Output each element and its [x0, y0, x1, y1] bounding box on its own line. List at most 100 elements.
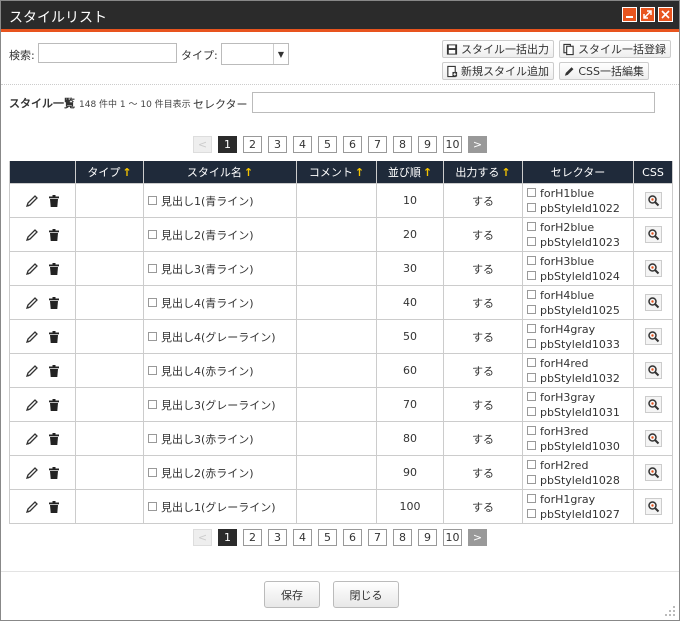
trash-icon[interactable] [47, 296, 61, 310]
trash-icon[interactable] [47, 330, 61, 344]
page-button[interactable]: 9 [418, 529, 437, 546]
col-header-name[interactable]: スタイル名 ↑ [143, 161, 297, 184]
selector-checkbox[interactable] [527, 494, 536, 503]
css-preview-icon[interactable] [644, 430, 662, 447]
selector-checkbox[interactable] [527, 188, 536, 197]
row-checkbox[interactable] [148, 196, 157, 205]
selector-checkbox[interactable] [527, 358, 536, 367]
page-button[interactable]: 2 [243, 529, 262, 546]
trash-icon[interactable] [47, 466, 61, 480]
trash-icon[interactable] [47, 194, 61, 208]
selector-checkbox[interactable] [527, 373, 536, 382]
css-preview-icon[interactable] [644, 226, 662, 243]
selector-checkbox[interactable] [527, 324, 536, 333]
prev-page-button[interactable]: < [193, 136, 212, 153]
page-button[interactable]: 7 [368, 529, 387, 546]
page-button[interactable]: 10 [443, 136, 462, 153]
minimize-icon[interactable] [622, 7, 637, 22]
pencil-icon[interactable] [25, 194, 39, 208]
page-button[interactable]: 3 [268, 136, 287, 153]
row-checkbox[interactable] [148, 502, 157, 511]
selector-checkbox[interactable] [527, 392, 536, 401]
row-checkbox[interactable] [148, 298, 157, 307]
new-style-button[interactable]: 新規スタイル追加 [442, 62, 554, 80]
css-preview-icon[interactable] [644, 294, 662, 311]
resize-grip-icon[interactable] [665, 606, 677, 618]
selector-checkbox[interactable] [527, 222, 536, 231]
row-checkbox[interactable] [148, 264, 157, 273]
selector-checkbox[interactable] [527, 407, 536, 416]
page-button[interactable]: 6 [343, 529, 362, 546]
pencil-icon[interactable] [25, 262, 39, 276]
row-checkbox[interactable] [148, 332, 157, 341]
page-button[interactable]: 6 [343, 136, 362, 153]
trash-icon[interactable] [47, 398, 61, 412]
prev-page-button[interactable]: < [193, 529, 212, 546]
page-button[interactable]: 4 [293, 529, 312, 546]
row-checkbox[interactable] [148, 400, 157, 409]
css-preview-icon[interactable] [644, 328, 662, 345]
selector-checkbox[interactable] [527, 203, 536, 212]
pencil-icon[interactable] [25, 432, 39, 446]
selector-checkbox[interactable] [527, 441, 536, 450]
search-input[interactable] [38, 43, 177, 63]
next-page-button[interactable]: > [468, 529, 487, 546]
trash-icon[interactable] [47, 228, 61, 242]
css-bulk-edit-button[interactable]: CSS一括編集 [559, 62, 649, 80]
col-header-order[interactable]: 並び順 ↑ [376, 161, 444, 184]
col-header-type[interactable]: タイプ ↑ [75, 161, 144, 184]
trash-icon[interactable] [47, 500, 61, 514]
css-preview-icon[interactable] [644, 362, 662, 379]
close-icon[interactable] [658, 7, 673, 22]
css-preview-icon[interactable] [644, 498, 662, 515]
pencil-icon[interactable] [25, 228, 39, 242]
pencil-icon[interactable] [25, 296, 39, 310]
page-button[interactable]: 9 [418, 136, 437, 153]
row-checkbox[interactable] [148, 468, 157, 477]
page-button[interactable]: 5 [318, 529, 337, 546]
selector-input[interactable] [252, 92, 655, 113]
row-checkbox[interactable] [148, 434, 157, 443]
selector-checkbox[interactable] [527, 305, 536, 314]
css-preview-icon[interactable] [644, 260, 662, 277]
selector-checkbox[interactable] [527, 339, 536, 348]
page-button[interactable]: 5 [318, 136, 337, 153]
selector-checkbox[interactable] [527, 509, 536, 518]
close-button[interactable]: 閉じる [333, 581, 399, 608]
pencil-icon[interactable] [25, 466, 39, 480]
trash-icon[interactable] [47, 432, 61, 446]
col-header-output[interactable]: 出力する ↑ [443, 161, 523, 184]
pencil-icon[interactable] [25, 364, 39, 378]
row-checkbox[interactable] [148, 230, 157, 239]
selector-checkbox[interactable] [527, 271, 536, 280]
type-select[interactable]: ▼ [221, 43, 289, 65]
pencil-icon[interactable] [25, 398, 39, 412]
col-header-comment[interactable]: コメント ↑ [296, 161, 377, 184]
trash-icon[interactable] [47, 364, 61, 378]
maximize-icon[interactable] [640, 7, 655, 22]
selector-checkbox[interactable] [527, 475, 536, 484]
selector-checkbox[interactable] [527, 460, 536, 469]
page-button[interactable]: 4 [293, 136, 312, 153]
page-button[interactable]: 8 [393, 136, 412, 153]
selector-checkbox[interactable] [527, 256, 536, 265]
bulk-output-button[interactable]: スタイル一括出力 [442, 40, 554, 58]
selector-checkbox[interactable] [527, 426, 536, 435]
pencil-icon[interactable] [25, 330, 39, 344]
page-button[interactable]: 1 [218, 136, 237, 153]
bulk-register-button[interactable]: スタイル一括登録 [559, 40, 671, 58]
css-preview-icon[interactable] [644, 192, 662, 209]
page-button[interactable]: 7 [368, 136, 387, 153]
css-preview-icon[interactable] [644, 396, 662, 413]
css-preview-icon[interactable] [644, 464, 662, 481]
pencil-icon[interactable] [25, 500, 39, 514]
page-button[interactable]: 8 [393, 529, 412, 546]
selector-checkbox[interactable] [527, 290, 536, 299]
page-button[interactable]: 1 [218, 529, 237, 546]
selector-checkbox[interactable] [527, 237, 536, 246]
page-button[interactable]: 3 [268, 529, 287, 546]
page-button[interactable]: 10 [443, 529, 462, 546]
trash-icon[interactable] [47, 262, 61, 276]
save-button[interactable]: 保存 [264, 581, 320, 608]
page-button[interactable]: 2 [243, 136, 262, 153]
